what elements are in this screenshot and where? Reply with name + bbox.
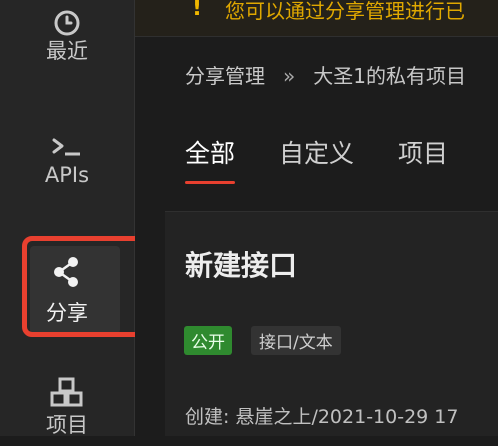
divider: [135, 36, 498, 37]
type-badge: 接口/文本: [251, 326, 341, 355]
tab-all[interactable]: 全部: [185, 134, 236, 184]
breadcrumb-separator: »: [283, 64, 296, 88]
cubes-icon: [50, 377, 83, 407]
sidebar-item-label: 最近: [46, 39, 88, 63]
sidebar: 最近 APIs 分享 项目: [0, 0, 135, 437]
card-title[interactable]: 新建接口: [185, 244, 297, 284]
terminal-icon: [52, 138, 80, 156]
tab-bar: 全部 自定义 项目: [185, 134, 484, 184]
public-badge: 公开: [184, 326, 232, 355]
notice-banner: ! 您可以通过分享管理进行已: [135, 0, 498, 36]
notice-text: 您可以通过分享管理进行已: [225, 0, 465, 23]
breadcrumb-current: 大圣1的私有项目: [313, 64, 466, 88]
sidebar-item-label: 项目: [46, 413, 88, 437]
breadcrumb: 分享管理 » 大圣1的私有项目: [185, 60, 466, 89]
clock-icon: [54, 10, 80, 36]
sidebar-item-label: APIs: [44, 163, 90, 187]
breadcrumb-root[interactable]: 分享管理: [185, 64, 265, 88]
tab-custom[interactable]: 自定义: [279, 134, 354, 180]
sidebar-item-apis[interactable]: APIs: [0, 132, 134, 212]
card-meta: 创建: 悬崖之上/2021-10-29 17: [185, 406, 459, 428]
warning-icon: !: [192, 0, 203, 21]
tab-project[interactable]: 项目: [398, 134, 448, 180]
sidebar-item-recent[interactable]: 最近: [0, 8, 134, 88]
